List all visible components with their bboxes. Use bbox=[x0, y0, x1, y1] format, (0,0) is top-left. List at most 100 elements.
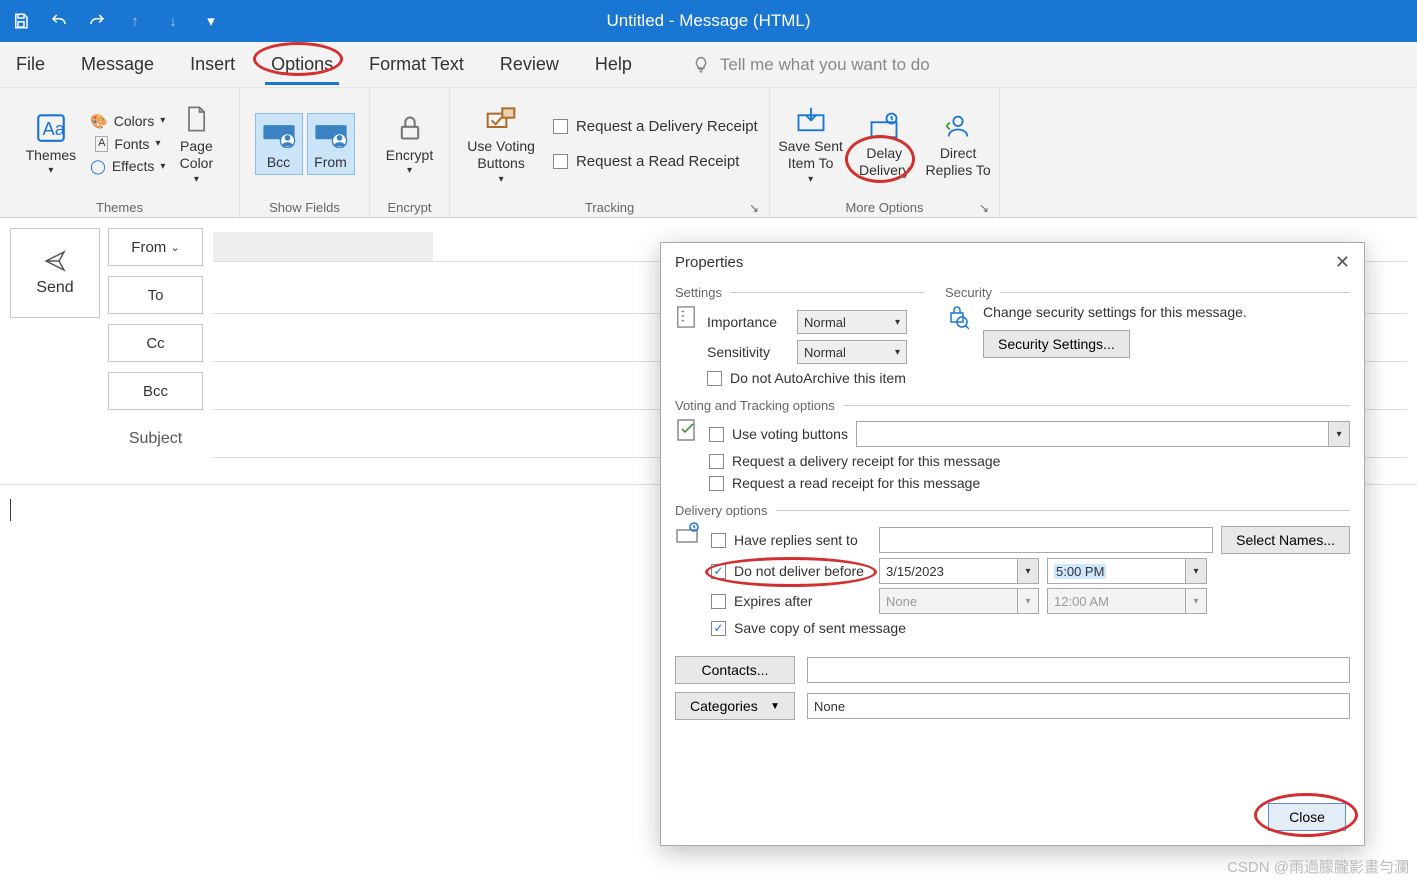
save-sent-item-button[interactable]: Save Sent Item To▾ bbox=[772, 98, 849, 190]
deliver-time-combo[interactable]: 5:00 PM▾ bbox=[1047, 558, 1207, 584]
quick-access-toolbar: ↑ ↓ ▾ bbox=[10, 10, 222, 32]
tab-format-text[interactable]: Format Text bbox=[363, 46, 470, 83]
close-icon[interactable]: ✕ bbox=[1335, 252, 1350, 273]
down-arrow-icon[interactable]: ↓ bbox=[162, 10, 184, 32]
delivery-section-icon bbox=[675, 522, 701, 642]
effects-button[interactable]: ◯Effects▾ bbox=[86, 156, 169, 177]
tab-message[interactable]: Message bbox=[75, 46, 160, 83]
themes-icon: Aa bbox=[34, 111, 68, 145]
save-copy-label: Save copy of sent message bbox=[734, 620, 906, 636]
legend-delivery: Delivery options bbox=[675, 503, 768, 518]
up-arrow-icon[interactable]: ↑ bbox=[124, 10, 146, 32]
save-copy-checkbox[interactable]: ✓ Save copy of sent message bbox=[711, 620, 1350, 636]
from-icon bbox=[314, 118, 348, 152]
dialog-launcher-icon[interactable]: ↘ bbox=[979, 201, 989, 215]
security-settings-button[interactable]: Security Settings... bbox=[983, 330, 1130, 358]
redo-icon[interactable] bbox=[86, 10, 108, 32]
to-button[interactable]: To bbox=[108, 276, 203, 314]
request-read-receipt-checkbox[interactable]: Request a Read Receipt bbox=[553, 151, 758, 172]
colors-icon: 🎨 bbox=[90, 113, 107, 130]
page-color-label: Page Color bbox=[180, 138, 213, 172]
ribbon-group-show-fields: Bcc From Show Fields bbox=[240, 88, 370, 217]
chevron-down-icon: ▾ bbox=[1017, 588, 1039, 614]
bcc-button[interactable]: Bcc bbox=[255, 113, 303, 176]
use-voting-buttons-checkbox[interactable]: Use voting buttons bbox=[709, 426, 848, 442]
fonts-label: Fonts bbox=[114, 136, 149, 153]
expire-time-combo[interactable]: 12:00 AM▾ bbox=[1047, 588, 1207, 614]
tab-help[interactable]: Help bbox=[589, 46, 638, 83]
do-not-deliver-before-checkbox[interactable]: ✓Do not deliver before bbox=[711, 563, 871, 579]
req-read-label: Request a read receipt for this message bbox=[732, 475, 980, 491]
send-button[interactable]: Send bbox=[10, 228, 100, 318]
page-color-button[interactable]: Page Color▾ bbox=[173, 98, 219, 190]
delay-delivery-button[interactable]: Delay Delivery bbox=[853, 105, 916, 183]
deliver-date-combo[interactable]: 3/15/2023▾ bbox=[879, 558, 1039, 584]
importance-value: Normal bbox=[804, 315, 846, 330]
fonts-button[interactable]: AFonts▾ bbox=[86, 134, 169, 155]
colors-label: Colors bbox=[114, 113, 154, 130]
encrypt-button[interactable]: Encrypt▾ bbox=[380, 107, 439, 182]
tell-me-search[interactable]: Tell me what you want to do bbox=[692, 55, 930, 75]
no-autoarchive-checkbox[interactable]: Do not AutoArchive this item bbox=[707, 370, 925, 386]
expires-label: Expires after bbox=[734, 593, 813, 609]
chevron-down-icon: ▾ bbox=[1328, 421, 1350, 447]
colors-button[interactable]: 🎨Colors▾ bbox=[86, 111, 169, 132]
effects-icon: ◯ bbox=[90, 158, 106, 175]
categories-button[interactable]: Categories▼ bbox=[675, 692, 795, 720]
request-delivery-receipt-checkbox[interactable]: Request a Delivery Receipt bbox=[553, 116, 758, 137]
from-button[interactable]: From bbox=[307, 113, 355, 176]
request-delivery-receipt-checkbox[interactable]: Request a delivery receipt for this mess… bbox=[709, 453, 1350, 469]
save-sent-icon bbox=[794, 102, 828, 136]
lightbulb-icon bbox=[692, 56, 710, 74]
checkbox-icon bbox=[709, 427, 724, 442]
categories-value[interactable]: None bbox=[807, 693, 1350, 719]
text-cursor bbox=[10, 499, 11, 521]
voting-buttons-button[interactable]: Use Voting Buttons▾ bbox=[461, 98, 541, 190]
legend-security: Security bbox=[945, 285, 992, 300]
expire-date-combo[interactable]: None▾ bbox=[879, 588, 1039, 614]
select-names-button[interactable]: Select Names... bbox=[1221, 526, 1350, 554]
group-label-themes: Themes bbox=[8, 196, 231, 217]
checkbox-icon bbox=[553, 154, 568, 169]
themes-button[interactable]: Aa Themes▾ bbox=[20, 107, 83, 182]
bcc-button[interactable]: Bcc bbox=[108, 372, 203, 410]
dialog-title: Properties bbox=[675, 254, 743, 271]
voting-buttons-combo[interactable]: ▾ bbox=[856, 421, 1350, 447]
replies-input[interactable] bbox=[879, 527, 1213, 553]
importance-select[interactable]: Normal▾ bbox=[797, 310, 907, 334]
expire-time-value: 12:00 AM bbox=[1047, 588, 1185, 614]
dialog-launcher-icon[interactable]: ↘ bbox=[749, 201, 759, 215]
chevron-down-icon: ▾ bbox=[48, 165, 53, 177]
have-replies-sent-to-checkbox[interactable]: Have replies sent to bbox=[711, 532, 871, 548]
close-button[interactable]: Close bbox=[1268, 803, 1346, 831]
ribbon-group-themes: Aa Themes▾ 🎨Colors▾ AFonts▾ ◯Effects▾ Pa… bbox=[0, 88, 240, 217]
undo-icon[interactable] bbox=[48, 10, 70, 32]
qat-customize-icon[interactable]: ▾ bbox=[200, 10, 222, 32]
from-button-label: From bbox=[131, 239, 166, 256]
save-icon[interactable] bbox=[10, 10, 32, 32]
deliver-time-value: 5:00 PM bbox=[1047, 558, 1185, 584]
tab-file[interactable]: File bbox=[10, 46, 51, 83]
have-replies-label: Have replies sent to bbox=[734, 532, 858, 548]
tab-review[interactable]: Review bbox=[494, 46, 565, 83]
expires-after-checkbox[interactable]: Expires after bbox=[711, 593, 871, 609]
voting-label: Use Voting Buttons bbox=[467, 138, 535, 172]
categories-label: Categories bbox=[690, 698, 758, 714]
send-icon bbox=[41, 249, 69, 273]
cc-button[interactable]: Cc bbox=[108, 324, 203, 362]
chevron-down-icon: ▾ bbox=[895, 347, 900, 358]
contacts-button[interactable]: Contacts... bbox=[675, 656, 795, 684]
request-read-receipt-checkbox[interactable]: Request a read receipt for this message bbox=[709, 475, 1350, 491]
fonts-icon: A bbox=[95, 136, 108, 151]
tab-insert[interactable]: Insert bbox=[184, 46, 241, 83]
checkbox-icon: ✓ bbox=[711, 621, 726, 636]
req-read-label: Request a Read Receipt bbox=[576, 153, 739, 170]
sensitivity-select[interactable]: Normal▾ bbox=[797, 340, 907, 364]
direct-replies-button[interactable]: Direct Replies To bbox=[920, 105, 997, 183]
from-button[interactable]: From ⌄ bbox=[108, 228, 203, 266]
delay-delivery-label: Delay Delivery bbox=[859, 145, 910, 179]
contacts-input[interactable] bbox=[807, 657, 1350, 683]
tab-options[interactable]: Options bbox=[265, 46, 339, 83]
no-autoarchive-label: Do not AutoArchive this item bbox=[730, 370, 906, 386]
lock-icon bbox=[393, 111, 427, 145]
